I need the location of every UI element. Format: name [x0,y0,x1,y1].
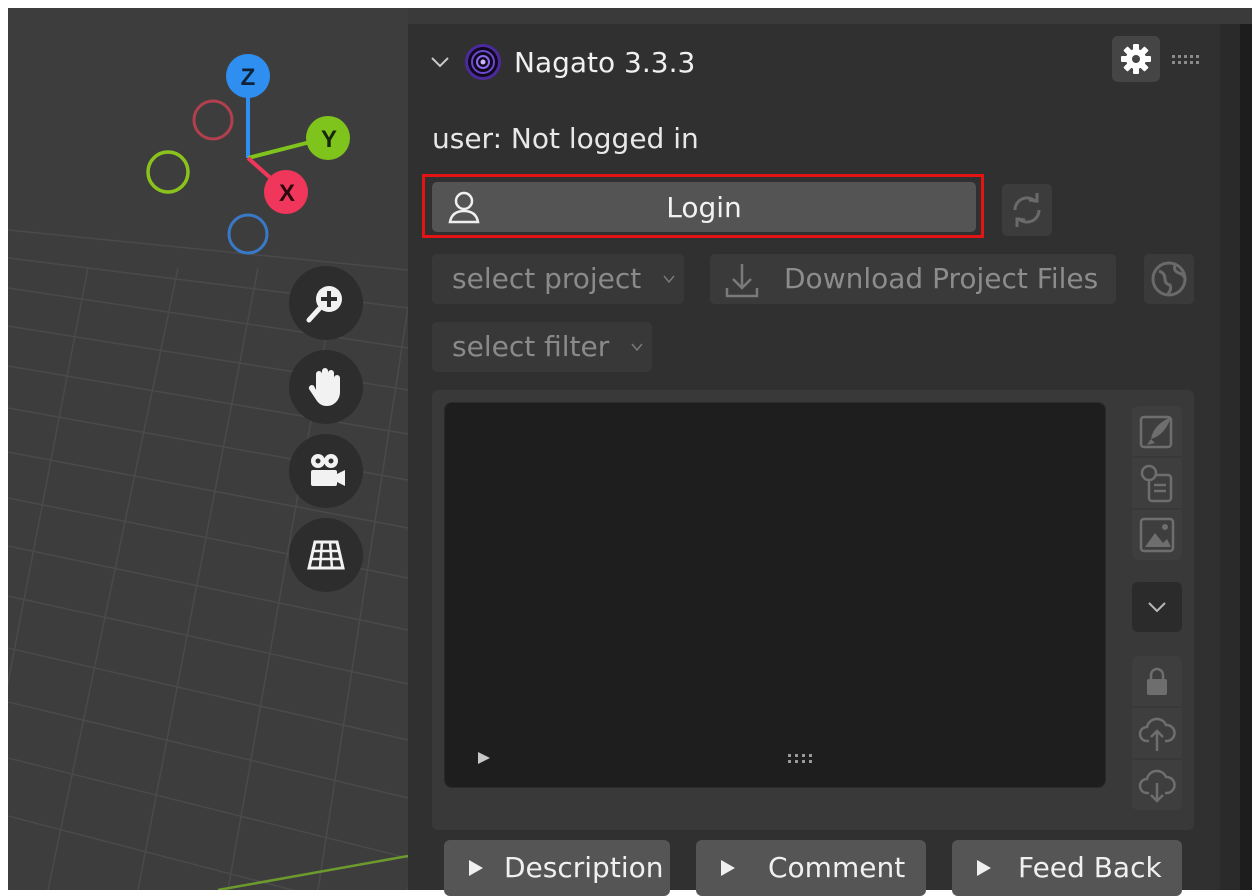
chevron-down-icon[interactable] [428,50,452,74]
navigation-gizmo[interactable]: Z Y X [8,8,408,268]
3d-viewport[interactable]: Z Y X [8,8,408,890]
download-icon [725,264,759,298]
comment-label: Comment [768,851,906,884]
clipboard-icon [1140,464,1173,503]
negative-y-axis[interactable] [146,150,190,194]
z-axis-label: Z [241,64,256,91]
globe-icon [1151,261,1187,297]
clipboard-button[interactable] [1132,458,1182,508]
select-project-label: select project [452,262,642,295]
camera-icon [311,454,345,486]
select-project-dropdown[interactable]: select project [432,254,684,304]
play-icon [977,860,991,876]
cloud-upload-icon [1138,717,1176,751]
list-resize-handle-icon[interactable] [787,753,817,765]
feedback-toggle[interactable]: Feed Back [952,840,1182,896]
negative-z-axis[interactable] [227,213,269,255]
play-icon [469,860,483,876]
negative-x-axis[interactable] [192,99,234,141]
x-axis-label: X [279,180,295,207]
select-filter-dropdown[interactable]: select filter [432,322,652,372]
zoom-button[interactable] [289,266,363,340]
comment-toggle[interactable]: Comment [696,840,926,896]
hand-icon [308,368,340,406]
lock-icon [1147,667,1167,695]
download-label: Download Project Files [784,262,1099,295]
image-button[interactable] [1132,510,1182,560]
open-web-button[interactable] [1144,254,1194,304]
panel-header[interactable]: Nagato 3.3.3 [428,42,695,82]
rocket-icon [1139,415,1173,449]
adjacent-panel-edge [1220,24,1252,890]
nagato-logo-icon [465,44,501,80]
image-icon [1139,517,1175,553]
zoom-icon [306,286,342,323]
select-filter-label: select filter [452,330,610,363]
camera-view-button[interactable] [289,434,363,508]
login-button[interactable]: Login [432,182,976,232]
cloud-download-icon [1138,769,1176,803]
play-icon [721,860,735,876]
upload-button[interactable] [1132,708,1182,758]
download-cloud-button[interactable] [1132,760,1182,810]
expand-list-button[interactable] [1132,582,1182,632]
panel-title: Nagato 3.3.3 [514,45,696,79]
perspective-toggle-button[interactable] [289,518,363,592]
drag-handle-icon[interactable] [1170,52,1200,66]
items-list[interactable] [444,402,1106,788]
refresh-icon [1013,193,1041,227]
feedback-label: Feed Back [1018,851,1162,884]
chevron-down-icon [631,343,643,352]
chevron-down-icon [1148,602,1166,613]
list-section [432,390,1194,830]
pan-button[interactable] [289,350,363,424]
grid-icon [307,540,345,570]
download-project-files-button[interactable]: Download Project Files [710,254,1116,304]
top-edge [408,8,1252,24]
description-label: Description [504,851,664,884]
refresh-button[interactable] [1002,184,1052,236]
user-status: user: Not logged in [432,122,699,155]
nagato-panel: Nagato 3.3.3 user: Not logged in Login s… [408,24,1220,896]
chevron-down-icon [663,275,675,284]
description-toggle[interactable]: Description [444,840,670,896]
play-icon[interactable] [475,749,493,767]
gear-icon [1121,44,1151,74]
lock-button[interactable] [1132,656,1182,706]
y-axis-label: Y [321,126,337,153]
rocket-button[interactable] [1132,406,1182,456]
login-label: Login [666,191,742,224]
settings-button[interactable] [1112,36,1160,82]
